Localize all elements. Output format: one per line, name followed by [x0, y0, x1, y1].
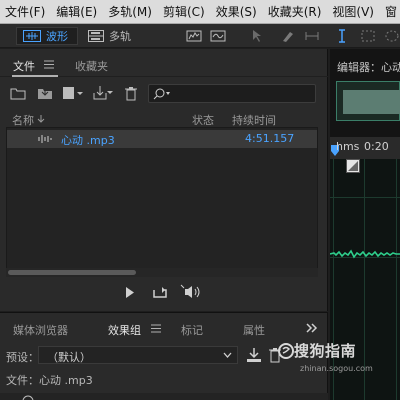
razor-tool-icon[interactable]: [280, 28, 296, 44]
menu-edit[interactable]: 编辑(E): [51, 3, 103, 20]
menu-bar: 文件(F) 编辑(E) 多轨(M) 剪辑(C) 效果(S) 收藏夹(R) 视图(…: [0, 0, 400, 24]
slip-tool-icon[interactable]: [304, 28, 320, 44]
active-tab-indicator: [12, 75, 58, 77]
file-list-header: 名称 状态 持续时间: [0, 109, 328, 127]
open-file-icon[interactable]: [10, 86, 26, 100]
horizontal-scrollbar[interactable]: [6, 268, 318, 277]
file-duration: 4:51.157: [245, 132, 295, 145]
menu-effects[interactable]: 效果(S): [211, 3, 263, 20]
file-tools: [0, 83, 328, 105]
preset-label: 预设：: [6, 351, 39, 364]
multitrack-icon: [88, 30, 104, 42]
tab-files[interactable]: 文件: [13, 58, 35, 74]
toolbar: 波形 多轨: [0, 24, 400, 48]
files-panel: 文件 收藏夹 名称 状态 持续时间 心动 .mp3 4:51.157: [0, 49, 328, 311]
sort-descending-icon: [37, 115, 45, 123]
column-name[interactable]: 名称: [12, 112, 34, 128]
files-panel-header: 文件 收藏夹: [0, 49, 328, 77]
lasso-selection-icon[interactable]: [384, 28, 400, 44]
time-ruler[interactable]: hms 0:20: [330, 137, 400, 159]
menu-file[interactable]: 文件(F): [0, 3, 51, 20]
tab-media-browser[interactable]: 媒体浏览器: [13, 322, 68, 338]
watermark-text: 搜狗指南: [294, 342, 357, 360]
sogou-logo-icon: [278, 343, 294, 359]
search-icon: [153, 88, 170, 100]
insert-into-multitrack-icon[interactable]: [92, 85, 114, 101]
chevron-down-icon: [223, 352, 232, 358]
effects-slot-area: [0, 393, 328, 400]
file-list: 心动 .mp3 4:51.157: [6, 127, 318, 269]
ruler-unit: hms: [336, 140, 360, 153]
delete-icon[interactable]: [124, 86, 138, 101]
audio-waveform: [330, 249, 400, 259]
panel-menu-icon[interactable]: [151, 324, 161, 333]
menu-view[interactable]: 视图(V): [327, 3, 380, 20]
save-preset-icon[interactable]: [246, 347, 262, 363]
menu-multitrack[interactable]: 多轨(M): [103, 3, 158, 20]
waveform-mode-label: 波形: [46, 30, 68, 43]
current-file-label: 文件：心动 .mp3: [6, 374, 93, 387]
menu-window[interactable]: 窗: [380, 3, 400, 20]
move-tool-icon[interactable]: [250, 28, 266, 44]
menu-clip[interactable]: 剪辑(C): [158, 3, 211, 20]
preset-value: （默认）: [47, 351, 91, 364]
tab-properties[interactable]: 属性: [243, 322, 265, 338]
spectral-frequency-icon[interactable]: [186, 28, 202, 44]
spectral-pitch-icon[interactable]: [210, 28, 226, 44]
menu-favorites[interactable]: 收藏夹(R): [263, 3, 328, 20]
loop-icon[interactable]: [152, 285, 168, 299]
ruler-tick: 0:20: [364, 140, 389, 153]
search-input[interactable]: [148, 84, 316, 103]
panel-menu-icon[interactable]: [44, 60, 54, 69]
time-selection-tool-icon[interactable]: [334, 28, 350, 44]
tab-favorites[interactable]: 收藏夹: [75, 58, 108, 74]
column-duration[interactable]: 持续时间: [232, 112, 276, 128]
autoplay-volume-icon[interactable]: [180, 284, 202, 300]
grid-line: [330, 197, 400, 198]
overflow-chevron-icon[interactable]: [306, 323, 318, 333]
new-file-icon[interactable]: [62, 86, 84, 100]
grid-line: [396, 159, 397, 400]
waveform-mode-button[interactable]: 波形: [16, 27, 78, 45]
fade-handle-icon[interactable]: [346, 159, 360, 173]
file-name: 心动 .mp3: [61, 134, 115, 147]
multitrack-mode-button[interactable]: 多轨: [82, 27, 138, 45]
multitrack-mode-label: 多轨: [109, 30, 131, 43]
tab-markers[interactable]: 标记: [181, 322, 203, 338]
editor-title: 编辑器：心动: [337, 61, 400, 74]
watermark-url: zhinan.sogou.com: [300, 364, 373, 373]
play-icon[interactable]: [125, 287, 135, 298]
waveform-overview[interactable]: [336, 81, 400, 121]
file-row[interactable]: 心动 .mp3 4:51.157: [7, 130, 317, 148]
power-icon[interactable]: [20, 393, 36, 400]
preview-transport: [0, 279, 328, 307]
scrollbar-thumb[interactable]: [8, 270, 136, 275]
column-status[interactable]: 状态: [192, 112, 214, 128]
import-file-icon[interactable]: [37, 86, 53, 100]
tab-effects-rack[interactable]: 效果组: [108, 322, 141, 338]
overview-waveform: [343, 90, 400, 114]
waveform-icon: [23, 30, 41, 42]
audio-file-icon: [38, 135, 52, 143]
marquee-selection-icon[interactable]: [360, 28, 376, 44]
preset-dropdown[interactable]: （默认）: [38, 346, 238, 364]
